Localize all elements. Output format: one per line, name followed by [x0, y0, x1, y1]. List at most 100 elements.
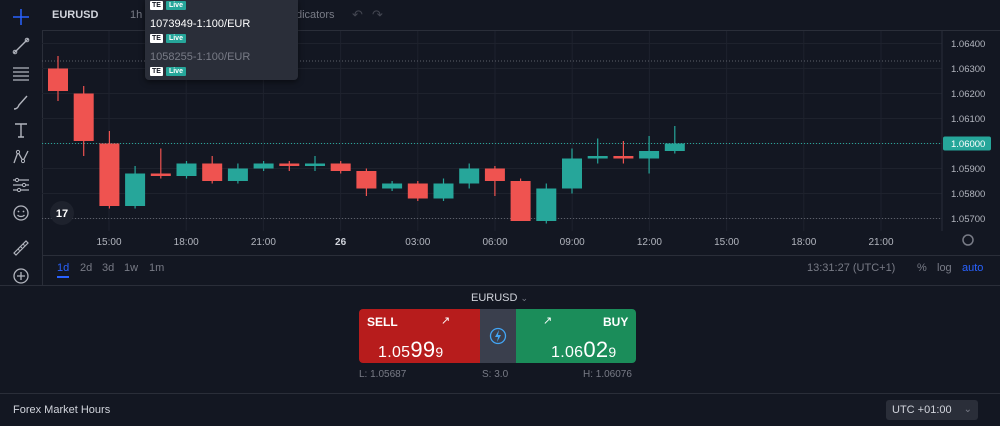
candle-body[interactable] — [407, 183, 428, 199]
undo-icon[interactable]: ↶ — [352, 7, 363, 23]
candle-body[interactable] — [433, 183, 454, 199]
symbol-search-button[interactable]: EURUSD — [52, 9, 98, 21]
expand-arrow-icon: ↗ — [441, 315, 451, 327]
candle-body[interactable] — [48, 68, 68, 92]
candle-body[interactable] — [202, 163, 223, 182]
account-item-tags: TE Live — [150, 67, 186, 76]
candle-body[interactable] — [150, 173, 171, 177]
redo-icon[interactable]: ↷ — [372, 7, 383, 23]
fib-retracement-icon[interactable] — [11, 64, 31, 84]
account-dropdown[interactable]: TE Live 1073949-1:100/EUR TE Live 105825… — [145, 0, 298, 80]
candle-body[interactable] — [356, 171, 377, 189]
percent-scale-toggle[interactable]: % — [917, 262, 927, 274]
price-fraction: 9 — [435, 344, 444, 360]
lightning-icon — [489, 327, 507, 345]
range-2d[interactable]: 2d — [80, 262, 92, 274]
chart-bottom-bar: 1d 2d 3d 1w 1m 13:31:27 (UTC+1) % log au… — [42, 255, 1000, 284]
candle-body[interactable] — [305, 163, 325, 167]
sell-button[interactable]: SELL ↗ 1.05999 — [359, 309, 480, 363]
expand-arrow-icon: ↗ — [543, 315, 553, 327]
account-item[interactable]: 1058255-1:100/EUR — [150, 51, 250, 63]
range-1d[interactable]: 1d — [57, 262, 70, 278]
tradingview-logo-text: 17 — [56, 208, 68, 220]
candle-body[interactable] — [587, 156, 608, 159]
candle-body[interactable] — [99, 143, 120, 207]
candle-body[interactable] — [459, 168, 480, 184]
price-axis-label: 1.05700 — [951, 214, 985, 225]
candle-body[interactable] — [279, 163, 300, 167]
live-tag: Live — [165, 1, 186, 10]
time-axis-label: 12:00 — [637, 237, 662, 248]
account-item-tags: TE Live — [150, 34, 186, 43]
clock-display: 13:31:27 (UTC+1) — [807, 262, 896, 274]
drawing-toolbar — [0, 0, 43, 285]
candle-body[interactable] — [639, 151, 660, 159]
te-tag: TE — [150, 67, 163, 76]
candle-body[interactable] — [613, 156, 634, 159]
account-item[interactable]: 1073949-1:100/EUR — [150, 18, 250, 30]
time-axis-label: 26 — [335, 237, 347, 248]
buy-label: BUY — [603, 315, 629, 329]
range-3d[interactable]: 3d — [102, 262, 114, 274]
time-axis-label: 15:00 — [96, 237, 121, 248]
candle-body[interactable] — [382, 183, 403, 189]
time-axis-label: 06:00 — [482, 237, 507, 248]
zoom-in-icon[interactable] — [11, 266, 31, 286]
pair-label: EURUSD — [471, 292, 518, 304]
prediction-tool-icon[interactable] — [11, 175, 31, 195]
price-axis-label: 1.05800 — [951, 189, 985, 200]
timezone-select[interactable]: UTC +01:00 ⌄ — [886, 400, 978, 420]
price-axis-label: 1.06300 — [951, 64, 985, 75]
ruler-icon[interactable] — [11, 238, 31, 258]
candle-body[interactable] — [510, 181, 531, 221]
forex-hours-bar: Forex Market Hours UTC +01:00 ⌄ — [0, 393, 1000, 426]
price-prefix: 1.05 — [378, 344, 411, 361]
time-axis-label: 18:00 — [791, 237, 816, 248]
brush-icon[interactable] — [11, 92, 31, 112]
settings-gear-icon[interactable] — [962, 234, 974, 246]
crosshair-icon[interactable] — [11, 7, 31, 27]
timezone-value: UTC +01:00 — [892, 404, 952, 416]
pair-selector[interactable]: EURUSD ⌄ — [471, 292, 528, 304]
candle-body[interactable] — [73, 93, 94, 142]
candle-body[interactable] — [253, 163, 274, 169]
price-axis-label: 1.05900 — [951, 164, 985, 175]
price-axis-label: 1.06100 — [951, 114, 985, 125]
spread: S: 3.0 — [482, 369, 509, 380]
candle-body[interactable] — [664, 143, 685, 152]
pattern-tool-icon[interactable] — [11, 147, 31, 167]
te-tag: TE — [150, 34, 163, 43]
one-click-trading-button[interactable] — [480, 309, 516, 363]
indicators-button[interactable]: dicators — [296, 9, 335, 21]
candle-body[interactable] — [227, 168, 248, 182]
candle-body[interactable] — [484, 168, 505, 182]
candle-body[interactable] — [176, 163, 197, 177]
price-pips: 02 — [583, 337, 609, 362]
candle-body[interactable] — [125, 173, 146, 207]
forex-market-hours-title: Forex Market Hours — [13, 404, 111, 416]
account-item-tags: TE Live — [150, 1, 186, 10]
price-fraction: 9 — [608, 344, 617, 360]
auto-scale-toggle[interactable]: auto — [962, 262, 983, 274]
trend-line-icon[interactable] — [11, 36, 31, 56]
price-axis-label: 1.06200 — [951, 89, 985, 100]
candle-body[interactable] — [562, 158, 582, 189]
price-pips: 99 — [410, 337, 436, 362]
range-1m[interactable]: 1m — [149, 262, 164, 274]
buy-button[interactable]: ↗ BUY 1.06029 — [516, 309, 636, 363]
chevron-down-icon: ⌄ — [520, 293, 529, 303]
live-tag: Live — [165, 34, 186, 43]
log-scale-toggle[interactable]: log — [937, 262, 952, 274]
te-tag: TE — [150, 1, 163, 10]
text-tool-icon[interactable] — [11, 120, 31, 140]
interval-button[interactable]: 1h — [130, 9, 142, 21]
emoji-icon[interactable] — [11, 203, 31, 223]
sell-price: 1.05999 — [378, 337, 444, 363]
live-tag: Live — [165, 67, 186, 76]
sell-label: SELL — [367, 315, 398, 329]
candle-body[interactable] — [330, 163, 351, 172]
time-axis-label: 03:00 — [405, 237, 430, 248]
range-1w[interactable]: 1w — [124, 262, 138, 274]
candle-body[interactable] — [536, 188, 557, 222]
current-price-label: 1.06000 — [951, 139, 985, 150]
